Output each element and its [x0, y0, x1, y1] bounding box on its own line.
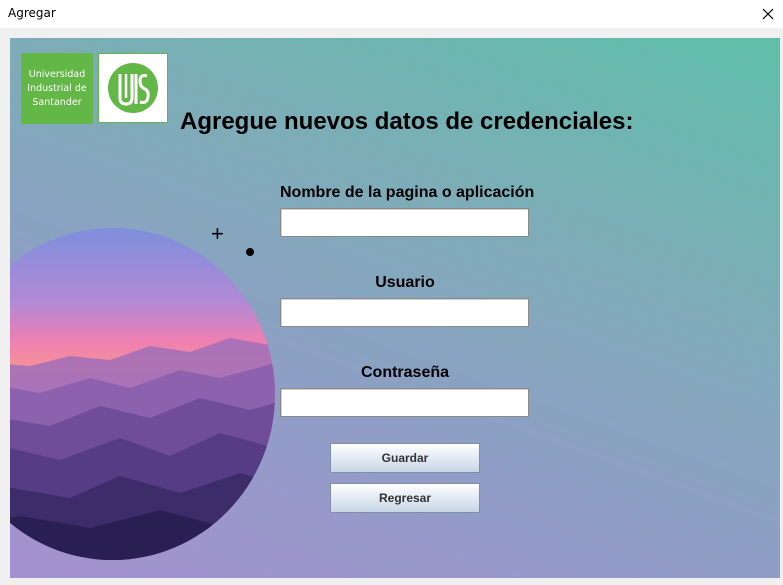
mountain-image: [10, 228, 275, 560]
logo-text-line2: Industrial de: [27, 82, 87, 94]
username-field[interactable]: [280, 298, 529, 327]
logo-text-line3: Santander: [32, 96, 82, 108]
close-button[interactable]: [753, 0, 783, 28]
username-label: Usuario: [375, 274, 435, 291]
password-label: Contraseña: [360, 364, 450, 381]
uis-emblem-icon: [108, 63, 158, 113]
password-field[interactable]: [280, 388, 529, 417]
dot-icon: [246, 248, 254, 256]
back-button[interactable]: Regresar: [330, 483, 480, 513]
plus-icon: +: [211, 221, 224, 246]
uis-emblem: [98, 53, 168, 123]
site-name-label: Nombre de la pagina o aplicación: [280, 184, 535, 201]
content-panel: Universidad Industrial de Santander Agre…: [10, 38, 780, 578]
save-button[interactable]: Guardar: [330, 443, 480, 473]
university-logo: Universidad Industrial de Santander: [21, 53, 93, 124]
window-title: Agregar: [8, 6, 56, 20]
page-title: Agregue nuevos datos de credenciales:: [180, 108, 634, 135]
close-icon: [762, 8, 774, 20]
site-name-field[interactable]: [280, 208, 529, 237]
logo-text-line1: Universidad: [28, 68, 86, 80]
title-bar: Agregar: [0, 0, 783, 28]
